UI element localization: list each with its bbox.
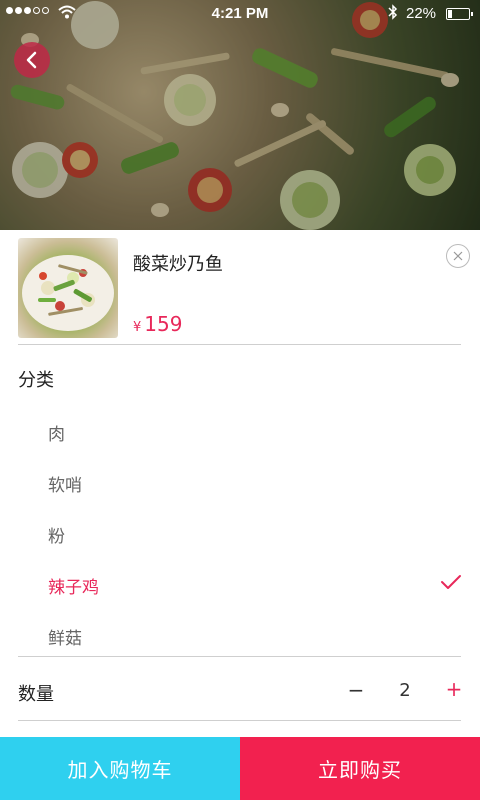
add-to-cart-button[interactable]: 加入购物车 bbox=[0, 737, 240, 800]
battery-level bbox=[448, 10, 452, 18]
hero-overlay bbox=[0, 0, 480, 230]
battery-icon bbox=[446, 8, 473, 20]
category-option-laziji[interactable]: 辣子鸡 bbox=[48, 573, 99, 598]
chevron-left-icon bbox=[26, 51, 37, 69]
divider bbox=[18, 720, 461, 721]
product-options-sheet: 酸菜炒乃鱼 ¥159 分类 肉 软哨 粉 辣子鸡 鲜菇 数量 − 2 + 加入购… bbox=[0, 230, 480, 800]
product-name: 酸菜炒乃鱼 bbox=[133, 254, 223, 275]
product-hero-image bbox=[0, 0, 480, 230]
category-option-xiangu[interactable]: 鲜菇 bbox=[48, 624, 82, 649]
category-option-rou[interactable]: 肉 bbox=[48, 420, 65, 445]
product-thumbnail bbox=[18, 238, 118, 338]
product-price: ¥159 bbox=[133, 312, 182, 336]
price-value: 159 bbox=[144, 312, 183, 336]
close-button[interactable] bbox=[446, 244, 470, 268]
quantity-increment-button[interactable]: + bbox=[444, 677, 464, 701]
buy-now-button[interactable]: 立即购买 bbox=[240, 737, 480, 800]
category-title: 分类 bbox=[18, 370, 54, 391]
divider bbox=[18, 344, 461, 345]
quantity-decrement-button[interactable]: − bbox=[346, 678, 366, 702]
food-thumbnail-illustration bbox=[22, 255, 114, 331]
divider bbox=[18, 656, 461, 657]
status-bar: 4:21 PM 22% bbox=[0, 0, 480, 28]
close-icon bbox=[453, 251, 463, 261]
quantity-value: 2 bbox=[399, 680, 411, 701]
bluetooth-icon bbox=[388, 4, 398, 20]
price-currency: ¥ bbox=[133, 320, 142, 335]
quantity-label: 数量 bbox=[18, 684, 54, 705]
category-option-ruanshao[interactable]: 软哨 bbox=[48, 471, 82, 496]
checkmark-icon bbox=[441, 575, 461, 589]
battery-percent: 22% bbox=[406, 5, 437, 22]
back-button[interactable] bbox=[14, 42, 50, 78]
category-option-fen[interactable]: 粉 bbox=[48, 522, 65, 547]
